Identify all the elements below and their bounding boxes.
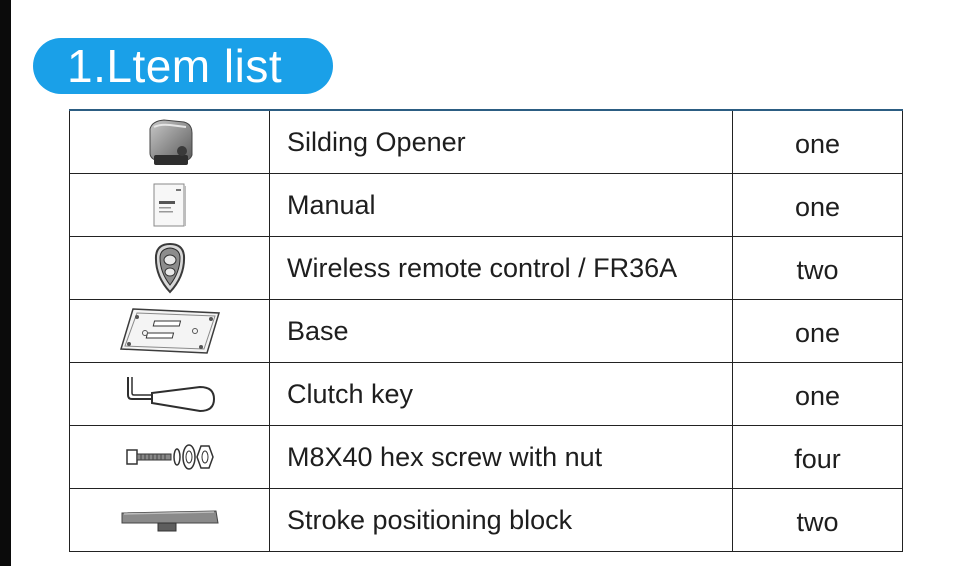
- item-name-cell: Silding Opener: [269, 109, 733, 174]
- icon-cell: [69, 109, 270, 174]
- item-qty-cell: one: [732, 299, 903, 363]
- item-qty-cell: one: [732, 109, 903, 174]
- section-title: 1.Ltem list: [67, 40, 283, 92]
- clutch-key-icon: [70, 371, 269, 417]
- left-edge-strip: [0, 0, 11, 566]
- item-qty-cell: two: [732, 236, 903, 300]
- sliding-gate-motor-icon: [70, 115, 269, 169]
- item-name-cell: Clutch key: [269, 362, 733, 426]
- remote-control-icon: [70, 242, 269, 294]
- item-quantity: one: [794, 128, 841, 159]
- base-plate-icon: [70, 303, 269, 359]
- item-name: Base: [287, 315, 349, 346]
- item-qty-cell: four: [732, 425, 903, 489]
- table-row: Manual one: [69, 173, 903, 237]
- item-qty-cell: one: [732, 362, 903, 426]
- item-name-cell: Manual: [269, 173, 733, 237]
- item-quantity: one: [794, 380, 841, 411]
- item-name-cell: Stroke positioning block: [269, 488, 733, 552]
- table-row: Stroke positioning block two: [69, 488, 903, 552]
- item-quantity: two: [796, 506, 839, 537]
- table-row: Clutch key one: [69, 362, 903, 426]
- table-row: Wireless remote control / FR36A two: [69, 236, 903, 300]
- item-name-cell: M8X40 hex screw with nut: [269, 425, 733, 489]
- table-row: Base one: [69, 299, 903, 363]
- item-quantity: one: [794, 191, 841, 222]
- item-quantity: one: [794, 317, 841, 348]
- item-list-table: Silding Opener one Manual one Wireless r…: [69, 109, 903, 552]
- item-name-cell: Wireless remote control / FR36A: [269, 236, 733, 300]
- item-qty-cell: two: [732, 488, 903, 552]
- table-row: Silding Opener one: [69, 109, 903, 174]
- icon-cell: [69, 425, 270, 489]
- item-name: Wireless remote control / FR36A: [287, 252, 678, 283]
- item-name: Clutch key: [287, 378, 414, 409]
- icon-cell: [69, 236, 270, 300]
- section-title-pill: 1.Ltem list: [33, 38, 333, 94]
- table-row: M8X40 hex screw with nut four: [69, 425, 903, 489]
- item-quantity: two: [796, 254, 839, 285]
- item-name-cell: Base: [269, 299, 733, 363]
- item-name: M8X40 hex screw with nut: [287, 441, 603, 472]
- icon-cell: [69, 488, 270, 552]
- item-name: Manual: [287, 189, 376, 220]
- icon-cell: [69, 173, 270, 237]
- item-name: Silding Opener: [287, 126, 466, 157]
- manual-booklet-icon: [70, 181, 269, 229]
- positioning-block-icon: [70, 505, 269, 535]
- icon-cell: [69, 299, 270, 363]
- hex-screw-nut-icon: [70, 440, 269, 474]
- item-name: Stroke positioning block: [287, 504, 573, 535]
- icon-cell: [69, 362, 270, 426]
- item-qty-cell: one: [732, 173, 903, 237]
- item-quantity: four: [794, 443, 841, 474]
